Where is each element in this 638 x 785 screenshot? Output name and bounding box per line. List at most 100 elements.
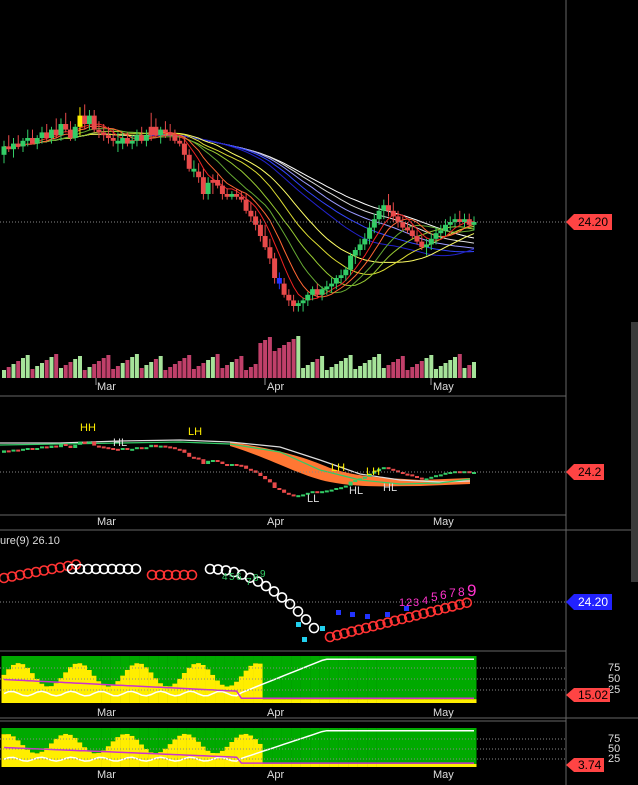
swing-badge: 24.2 <box>566 464 604 480</box>
volume-bar <box>59 368 63 378</box>
stoch1-bar-green <box>414 656 420 700</box>
stoch2-bar-yellow <box>96 752 102 767</box>
stoch2-bar-yellow <box>443 763 448 767</box>
swing-bar <box>267 479 272 483</box>
stoch2-bar-yellow <box>452 763 458 767</box>
pnf-x <box>350 612 355 617</box>
candle-body <box>6 146 12 150</box>
candle-body <box>267 247 273 259</box>
volume-bar <box>25 355 30 378</box>
stoch2-bar-green <box>181 728 187 734</box>
volume-bar <box>78 356 82 378</box>
stoch2-bar-yellow <box>143 749 149 767</box>
volume-bar <box>248 367 253 378</box>
candle-body <box>101 132 107 136</box>
volume-bar <box>40 363 44 378</box>
stoch1-bar-green <box>457 656 463 700</box>
volume-bar <box>329 367 334 378</box>
stoch1-bar-yellow <box>11 664 16 703</box>
volume-bar <box>125 360 130 378</box>
swing-bar <box>301 494 306 497</box>
stoch2-bar-green <box>172 728 178 740</box>
candle-body <box>438 230 444 234</box>
scrollbar[interactable] <box>631 322 638 582</box>
stoch1-bar-yellow <box>257 663 263 703</box>
stoch1-bar-green <box>234 656 240 682</box>
stoch2-bar-green <box>262 728 268 764</box>
volume-bar <box>115 366 120 378</box>
swing-bar <box>334 488 339 490</box>
stoch1-bar-green <box>447 656 453 700</box>
stoch1-bar-yellow <box>386 699 391 703</box>
stoch2-bar-yellow <box>409 763 415 767</box>
candle-body <box>115 140 121 144</box>
stoch1-bar-yellow <box>333 699 339 703</box>
stoch1-bar-green <box>181 656 187 673</box>
swing-bar <box>92 441 97 446</box>
volume-bar <box>139 368 144 378</box>
candle-body <box>172 135 178 141</box>
volume-bar <box>282 345 287 378</box>
volume-bar <box>225 365 230 378</box>
stoch1-bar-green <box>110 656 116 686</box>
stoch2-bar-green <box>15 728 21 741</box>
candle-body <box>291 300 297 306</box>
candle-body <box>200 177 206 194</box>
stoch1-bar-yellow <box>319 699 325 703</box>
pnf-o <box>308 622 320 634</box>
stoch2-bar-yellow <box>357 763 363 767</box>
pnf-x <box>365 614 370 619</box>
stoch1-bar-yellow <box>376 699 382 703</box>
volume-bar <box>267 337 272 378</box>
swing-bar <box>244 465 249 469</box>
stoch1-bar-yellow <box>272 699 278 703</box>
stoch1-bar-yellow <box>409 699 415 703</box>
candle-body <box>191 168 197 172</box>
stoch2-bar-green <box>91 728 97 754</box>
candle-body <box>234 194 240 197</box>
stoch1-bar-yellow <box>447 699 453 703</box>
stoch1-bar-yellow <box>39 683 45 703</box>
stoch2-bar-green <box>191 728 197 738</box>
candle-body <box>82 115 88 124</box>
swing-bar <box>419 477 424 480</box>
stoch1-bar-green <box>253 656 259 664</box>
volume-bar <box>149 362 154 378</box>
stoch1-bar-yellow <box>153 678 159 703</box>
stoch2-bar-yellow <box>229 742 235 767</box>
stoch1-bar-yellow <box>177 678 183 703</box>
swing-bar <box>101 446 106 449</box>
stoch1-bar-green <box>386 656 391 700</box>
stoch1-bar-yellow <box>196 663 202 703</box>
stoch1-bar-yellow <box>329 699 335 703</box>
stoch1-x-mar: Mar <box>97 707 116 719</box>
pnf-count-9: 9 <box>467 581 476 600</box>
stoch2-bar-green <box>234 728 240 738</box>
stoch1-bar-green <box>200 656 206 665</box>
stoch1-bar-green <box>367 656 373 700</box>
candle-body <box>177 140 183 144</box>
volume-bar <box>101 358 106 378</box>
stoch2-bar-green <box>205 728 211 751</box>
candle-body <box>96 129 102 133</box>
stoch1-bar-yellow <box>63 672 69 703</box>
volume-bar <box>92 364 97 378</box>
volume-bar <box>134 354 139 378</box>
candle-body <box>338 275 344 278</box>
swing-bar <box>429 476 434 479</box>
pnf-x <box>320 626 325 631</box>
candle-body <box>77 115 83 127</box>
stoch1-bar-green <box>120 656 126 676</box>
volume-bar <box>391 362 396 378</box>
stoch1-bar-yellow <box>400 699 406 703</box>
stoch1-bar-yellow <box>457 699 463 703</box>
swing-bar <box>87 441 92 444</box>
stoch1-bar-green <box>1 656 7 675</box>
stoch1-bar-yellow <box>91 675 97 703</box>
candle-body <box>343 269 349 276</box>
stoch2-bar-yellow <box>343 763 349 767</box>
candle-body <box>357 244 363 250</box>
stoch1-bar-green <box>39 656 45 684</box>
volume-bar <box>30 369 35 378</box>
swing-bar <box>320 491 325 494</box>
